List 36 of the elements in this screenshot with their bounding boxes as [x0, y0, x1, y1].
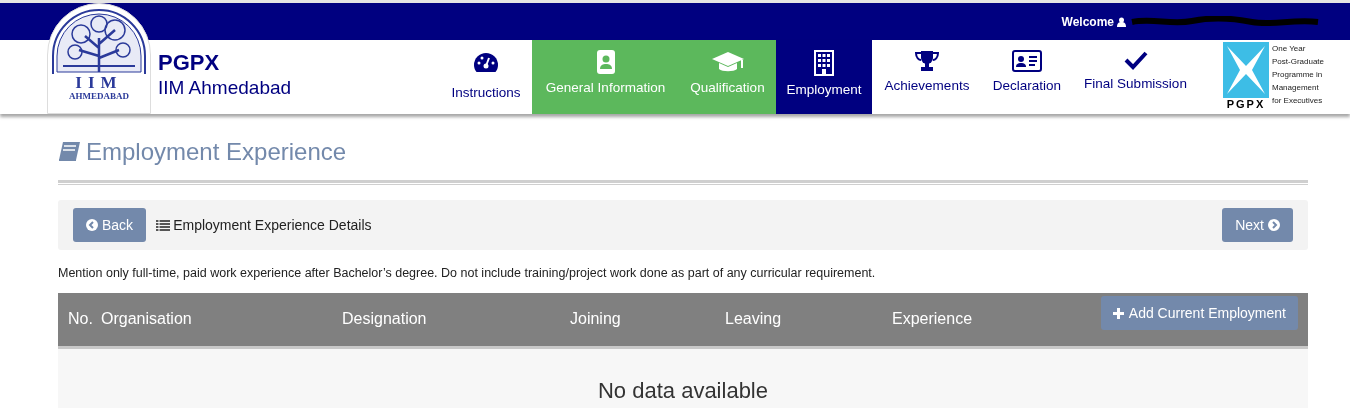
nav-tab[interactable]: Achievements [872, 40, 982, 114]
chevron-left-icon [86, 219, 98, 231]
nav-tab[interactable]: Declaration [982, 40, 1072, 114]
next-button[interactable]: Next [1222, 208, 1293, 242]
empty-message: No data available [598, 377, 768, 405]
add-employment-button[interactable]: Add Current Employment [1100, 296, 1298, 331]
back-button[interactable]: Back [73, 208, 147, 242]
nav-tab[interactable]: Final Submission [1072, 40, 1199, 114]
section-label: Employment Experience Details [173, 215, 372, 235]
column-header: Designation [342, 309, 428, 330]
brand-name: PGPX [158, 50, 221, 76]
welcome-text: Welcome [1061, 13, 1114, 31]
checkmark-icon [1123, 50, 1148, 70]
book-icon [58, 142, 80, 162]
nav-tab[interactable]: Employment [776, 40, 872, 114]
column-header: Joining [570, 309, 622, 330]
user-icon [1117, 16, 1126, 27]
page-title: Employment Experience [86, 137, 347, 167]
iim-logo-drawing: IIM AHMEDABAD [47, 3, 151, 114]
trophy-icon [915, 50, 939, 72]
nav-tab[interactable]: Instructions [440, 40, 532, 114]
pgpx-logo-drawing: PGPX One Year Post-Graduate Programme in Management for Executives [1221, 42, 1342, 112]
chevron-right-icon [1268, 219, 1280, 231]
id-card-icon [1012, 50, 1042, 72]
instruction-note: Mention only full-time, paid work experience after Bachelor’s degree. Do not include training/project work done as part of any curricular requirement. [58, 265, 877, 282]
plus-icon [1112, 307, 1124, 319]
graduation-cap-icon [710, 50, 745, 74]
gauge-icon [473, 52, 499, 74]
column-header: Organisation [101, 309, 193, 330]
building-icon [814, 50, 834, 76]
column-header: Leaving [725, 309, 783, 330]
address-book-icon [595, 50, 616, 74]
column-header: Experience [892, 309, 974, 330]
column-header: No. [67, 309, 94, 330]
institute-name: IIM Ahmedabad [158, 76, 293, 100]
list-icon [156, 219, 171, 231]
